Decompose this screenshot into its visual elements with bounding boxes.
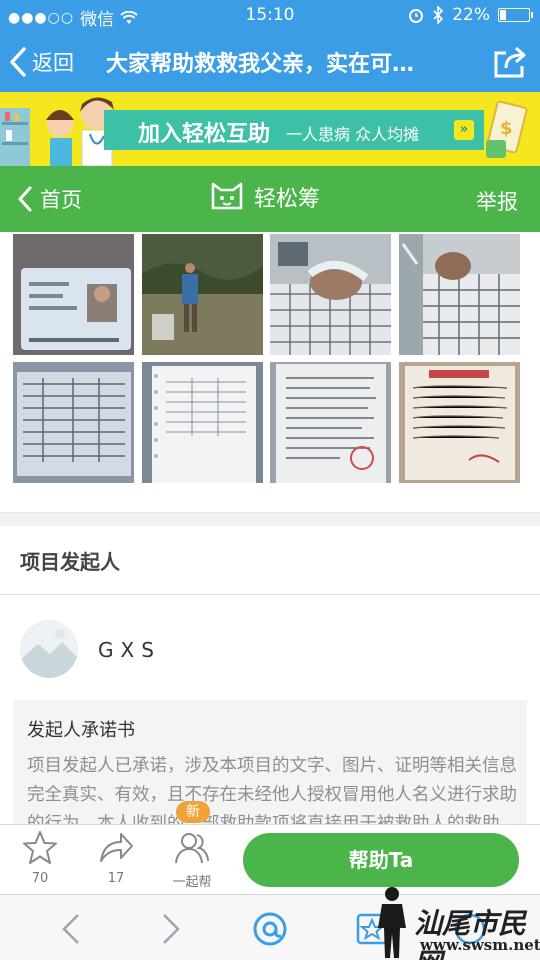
share-icon[interactable] <box>492 44 528 80</box>
status-bar: ●●●○○ 微信 15:10 22% <box>0 0 540 32</box>
medical-document-photo-2[interactable] <box>142 362 263 483</box>
banner-sub-text: 一人患病 众人均摊 <box>286 125 420 144</box>
svg-text:$: $ <box>500 118 513 139</box>
together-label: 一起帮 <box>172 875 212 890</box>
browser-back-icon[interactable] <box>52 909 92 949</box>
new-badge: 新 <box>176 801 210 823</box>
divider-line <box>0 594 540 595</box>
favorite-count: 70 <box>31 871 49 886</box>
browser-home-icon[interactable] <box>250 909 290 949</box>
people-icon <box>175 833 209 864</box>
chevron-left-icon <box>18 186 32 212</box>
alarm-icon <box>409 9 424 23</box>
page-title: 大家帮助救救我父亲，实在可… <box>106 52 415 77</box>
cat-logo-icon <box>211 182 243 210</box>
brand-logo: 轻松筹 <box>210 180 320 214</box>
site-header: 首页 轻松筹 举报 <box>0 166 540 232</box>
share-arrow-icon <box>100 833 133 862</box>
man-standing-photo[interactable] <box>142 234 263 355</box>
hospital-bed-photo-2[interactable] <box>399 234 520 355</box>
browser-forward-icon[interactable] <box>150 909 190 949</box>
battery-icon <box>498 8 533 22</box>
battery-percent: 22% <box>452 5 490 25</box>
banner-main-text: 加入轻松互助 <box>138 122 271 147</box>
share-action-button[interactable]: 17 <box>86 829 146 886</box>
double-chevron-icon: » <box>454 120 474 140</box>
share-count: 17 <box>107 871 125 886</box>
back-button[interactable]: 返回 <box>8 42 74 82</box>
status-right: 22% <box>408 5 533 25</box>
initiator-section-title: 项目发起人 <box>20 550 120 574</box>
battery-fill <box>500 10 506 20</box>
medical-document-photo-1[interactable] <box>13 362 134 483</box>
action-bar: 70 17 一起帮 帮助Ta <box>0 824 540 894</box>
help-button[interactable]: 帮助Ta <box>243 833 519 887</box>
watermark-url: www.swsm.net <box>420 936 540 954</box>
section-divider <box>0 512 540 526</box>
promise-body: 项目发起人已承诺，涉及本项目的文字、图片、证明等相关信息完全真实、有效，且不存在… <box>27 756 517 830</box>
nav-bar: 返回 大家帮助救救我父亲，实在可… <box>0 32 540 92</box>
report-button[interactable]: 举报 <box>476 186 518 216</box>
brand-name: 轻松筹 <box>254 187 321 212</box>
bluetooth-icon <box>433 6 444 24</box>
promo-banner[interactable]: 加入轻松互助 一人患病 众人均摊 » $ <box>0 92 540 166</box>
avatar[interactable] <box>20 620 78 678</box>
landscape-avatar-image <box>20 620 78 678</box>
handwritten-document-photo[interactable] <box>399 362 520 483</box>
together-button[interactable]: 一起帮 <box>162 829 222 890</box>
promise-title: 发起人承诺书 <box>27 720 135 741</box>
promise-box: 发起人承诺书 项目发起人已承诺，涉及本项目的文字、图片、证明等相关信息完全真实、… <box>13 700 527 830</box>
back-label: 返回 <box>32 51 74 75</box>
hospital-bed-photo-1[interactable] <box>270 234 391 355</box>
medical-document-photo-3[interactable] <box>270 362 391 483</box>
id-card-photo[interactable] <box>13 234 134 355</box>
username: GXS <box>98 638 161 662</box>
watermark-figure-icon <box>378 887 406 958</box>
favorite-button[interactable]: 70 <box>10 829 70 886</box>
chevron-left-icon <box>10 47 26 77</box>
money-illustration: $ <box>486 100 528 158</box>
home-button[interactable]: 首页 <box>18 184 82 214</box>
home-label: 首页 <box>40 188 82 212</box>
star-icon <box>23 831 57 864</box>
